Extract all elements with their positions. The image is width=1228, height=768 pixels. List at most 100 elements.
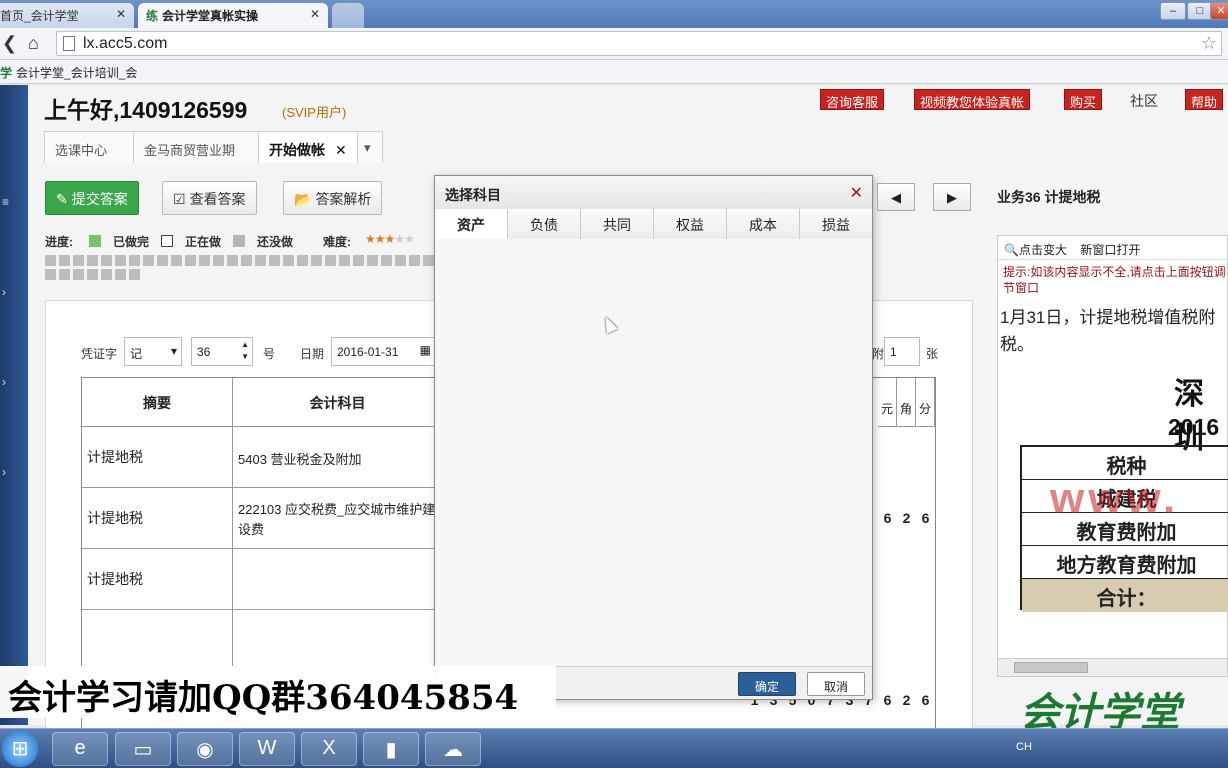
progress-square[interactable]: [213, 255, 224, 266]
prev-business-button[interactable]: ◀: [877, 183, 915, 211]
submit-answer-button[interactable]: ✎ 提交答案: [45, 181, 139, 215]
progress-square[interactable]: [87, 269, 98, 280]
row2-account[interactable]: 222103 应交税费_应交城市维护建设费: [233, 488, 443, 549]
chevron-right-icon[interactable]: ›: [2, 375, 6, 389]
progress-square[interactable]: [73, 269, 84, 280]
view-answer-button[interactable]: ☑ 查看答案: [162, 181, 257, 215]
progress-square[interactable]: [129, 255, 140, 266]
tab-start-accounting[interactable]: 开始做帐 ✕: [258, 131, 358, 163]
progress-square[interactable]: [353, 255, 364, 266]
tab-common[interactable]: 共同: [581, 209, 654, 239]
progress-square[interactable]: [409, 255, 420, 266]
progress-square[interactable]: [311, 255, 322, 266]
close-icon[interactable]: ✕: [850, 183, 863, 203]
community-link[interactable]: 社区: [1130, 91, 1158, 111]
folder-icon[interactable]: ▭: [115, 732, 171, 766]
progress-square[interactable]: [297, 255, 308, 266]
browser-tab-home[interactable]: 首页_会计学堂 ✕: [0, 3, 134, 28]
account-list-area[interactable]: [435, 239, 872, 666]
help-button[interactable]: 帮助: [1185, 89, 1224, 110]
zoom-link[interactable]: 点击变大: [1019, 243, 1067, 257]
progress-square[interactable]: [185, 255, 196, 266]
progress-square[interactable]: [157, 255, 168, 266]
row4-account[interactable]: [233, 610, 443, 671]
row2-summary[interactable]: 计提地税: [82, 488, 233, 549]
progress-square[interactable]: [367, 255, 378, 266]
progress-square[interactable]: [45, 255, 56, 266]
new-tab-button[interactable]: [332, 3, 364, 28]
calendar-icon[interactable]: ▦: [420, 343, 431, 357]
progress-square[interactable]: [129, 269, 140, 280]
browser-tab-practice[interactable]: 练会计学堂真帐实操 ✕: [138, 3, 328, 28]
ie-icon[interactable]: e: [52, 732, 108, 766]
star-icon[interactable]: ☆: [1201, 33, 1217, 54]
progress-square[interactable]: [115, 255, 126, 266]
progress-square[interactable]: [255, 255, 266, 266]
chevron-right-icon[interactable]: ≡: [2, 195, 9, 209]
tab-profit-loss[interactable]: 损益: [800, 209, 872, 239]
stepper-arrows-icon[interactable]: ▲ ▼: [241, 339, 249, 363]
progress-square[interactable]: [283, 255, 294, 266]
tray-language[interactable]: CH: [1016, 741, 1032, 753]
tab-course-center[interactable]: 选课中心: [44, 131, 134, 163]
next-business-button[interactable]: ▶: [933, 183, 971, 211]
row3-account[interactable]: [233, 549, 443, 610]
attach-count-input[interactable]: 1: [884, 337, 920, 366]
progress-square[interactable]: [73, 255, 84, 266]
progress-square[interactable]: [143, 255, 154, 266]
progress-square[interactable]: [339, 255, 350, 266]
window-close-button[interactable]: ✕: [1210, 2, 1228, 20]
url-input[interactable]: lx.acc5.com ☆: [56, 31, 1222, 56]
tab-liabilities[interactable]: 负债: [508, 209, 581, 239]
progress-square[interactable]: [381, 255, 392, 266]
row4-summary[interactable]: [82, 610, 233, 671]
row1-summary[interactable]: 计提地税: [82, 427, 233, 488]
close-icon[interactable]: ✕: [335, 142, 347, 158]
tab-cost[interactable]: 成本: [727, 209, 800, 239]
new-window-link[interactable]: 新窗口打开: [1080, 243, 1140, 257]
confirm-button[interactable]: 确定: [738, 672, 796, 696]
tab-assets[interactable]: 资产: [435, 209, 508, 239]
progress-square[interactable]: [395, 255, 406, 266]
voucher-type-select[interactable]: 记 ▾: [124, 337, 182, 366]
media-icon[interactable]: ▮: [363, 732, 419, 766]
row1-account[interactable]: 5403 营业税金及附加: [233, 427, 443, 488]
tabs-dropdown-button[interactable]: ▾: [357, 131, 383, 163]
minimize-button[interactable]: –: [1160, 2, 1186, 20]
scrollbar-thumb[interactable]: [1014, 662, 1088, 673]
chat-icon[interactable]: ☁: [425, 732, 481, 766]
progress-square[interactable]: [101, 269, 112, 280]
home-icon[interactable]: ⌂: [28, 33, 39, 54]
progress-square[interactable]: [87, 255, 98, 266]
progress-square[interactable]: [269, 255, 280, 266]
chevron-right-icon[interactable]: ›: [2, 285, 6, 299]
progress-square[interactable]: [325, 255, 336, 266]
close-icon[interactable]: ✕: [116, 7, 126, 21]
start-icon[interactable]: ⊞: [2, 731, 38, 767]
excel-icon[interactable]: X: [301, 732, 357, 766]
voucher-number-stepper[interactable]: 36 ▲ ▼: [191, 337, 253, 366]
purchase-button[interactable]: 购买: [1064, 89, 1103, 110]
bookmark-link[interactable]: 会计学堂_会计培训_会: [16, 66, 137, 80]
answer-analysis-button[interactable]: 📂 答案解析: [283, 181, 383, 215]
horizontal-scrollbar[interactable]: [998, 658, 1227, 676]
progress-square[interactable]: [59, 255, 70, 266]
tab-equity[interactable]: 权益: [654, 209, 727, 239]
progress-square[interactable]: [59, 269, 70, 280]
tab-company[interactable]: 金马商贸营业期: [133, 131, 259, 163]
close-icon[interactable]: ✕: [310, 7, 320, 21]
progress-square[interactable]: [115, 269, 126, 280]
row3-summary[interactable]: 计提地税: [82, 549, 233, 610]
back-icon[interactable]: ❮: [2, 33, 17, 54]
date-input[interactable]: 2016-01-31 ▦: [331, 337, 435, 366]
progress-square[interactable]: [227, 255, 238, 266]
progress-square[interactable]: [101, 255, 112, 266]
video-tutorial-button[interactable]: 视频教您体验真帐: [914, 89, 1031, 110]
word-icon[interactable]: W: [239, 732, 295, 766]
progress-square[interactable]: [423, 255, 434, 266]
progress-square[interactable]: [171, 255, 182, 266]
cancel-button[interactable]: 取消: [807, 672, 865, 696]
customer-service-button[interactable]: 咨询客服: [820, 89, 885, 110]
progress-square[interactable]: [199, 255, 210, 266]
progress-square[interactable]: [45, 269, 56, 280]
